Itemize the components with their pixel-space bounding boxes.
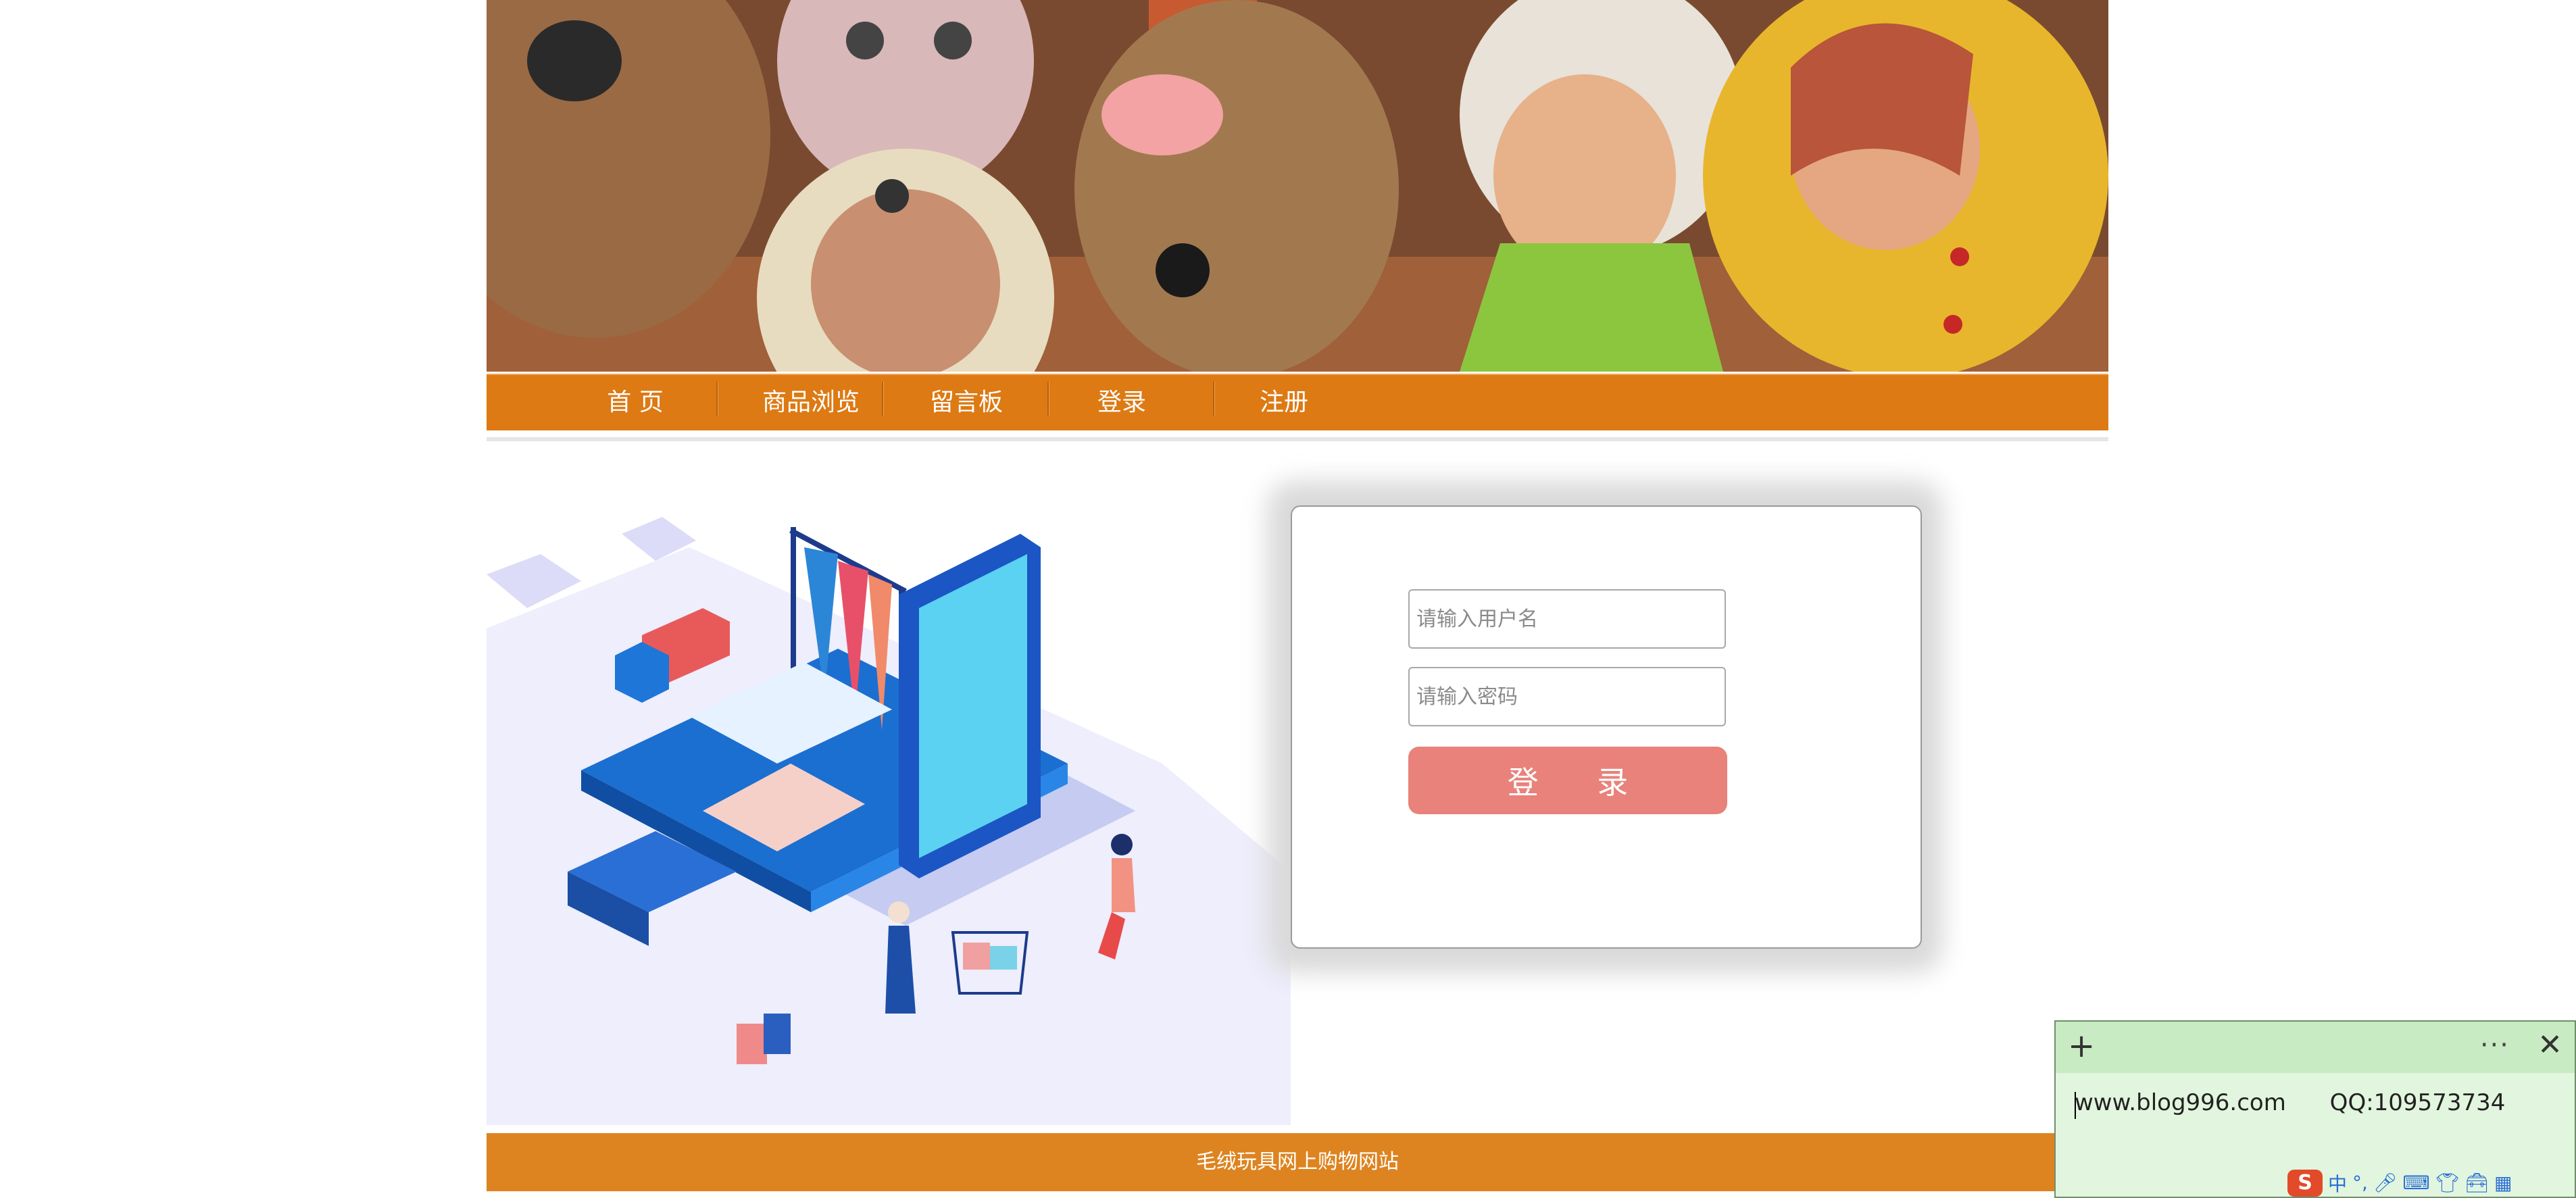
nav-separator [1213,382,1214,416]
sticky-note-titlebar[interactable]: + ··· ✕ [2056,1022,2575,1073]
nav-separator [882,382,883,416]
footer-text: 毛绒玩具网上购物网站 [1196,1150,1399,1174]
more-options-icon[interactable]: ··· [2480,1028,2510,1062]
shopping-illustration [487,493,1291,1125]
login-button[interactable]: 登 录 [1408,747,1727,814]
punctuation-icon[interactable]: °, [2352,1172,2368,1194]
skin-icon[interactable]: 👕︎ [2435,1172,2460,1194]
site-footer: 毛绒玩具网上购物网站 [487,1133,2108,1191]
username-input[interactable] [1408,589,1726,649]
add-note-icon[interactable]: + [2068,1027,2095,1065]
login-card: 登 录 [1291,505,1922,949]
main-nav: 首 页 商品浏览 留言板 登录 注册 [487,374,2108,430]
ime-toolbar: S 中 °, 🎤︎ ⌨ 👕︎ 🧰︎ ▦ [2287,1168,2576,1198]
sogou-logo-icon[interactable]: S [2287,1169,2323,1197]
nav-item-register[interactable]: 注册 [1230,375,1338,430]
banner-image [487,0,2108,372]
password-input[interactable] [1408,667,1726,726]
grid-icon[interactable]: ▦ [2494,1172,2512,1194]
nav-item-home[interactable]: 首 页 [581,375,689,430]
nav-divider [487,437,2108,441]
nav-separator [1047,382,1049,416]
keyboard-icon[interactable]: ⌨ [2402,1172,2429,1194]
language-indicator[interactable]: 中 [2328,1170,2347,1197]
nav-item-products[interactable]: 商品浏览 [743,375,878,430]
nav-separator [716,382,718,416]
microphone-icon[interactable]: 🎤︎ [2373,1172,2398,1194]
toolbox-icon[interactable]: 🧰︎ [2464,1172,2489,1194]
nav-item-guestbook[interactable]: 留言板 [906,375,1027,430]
nav-item-login[interactable]: 登录 [1068,375,1176,430]
sticky-note-text[interactable]: www.blog996.com QQ:109573734 [2075,1089,2505,1116]
close-icon[interactable]: ✕ [2537,1027,2562,1064]
